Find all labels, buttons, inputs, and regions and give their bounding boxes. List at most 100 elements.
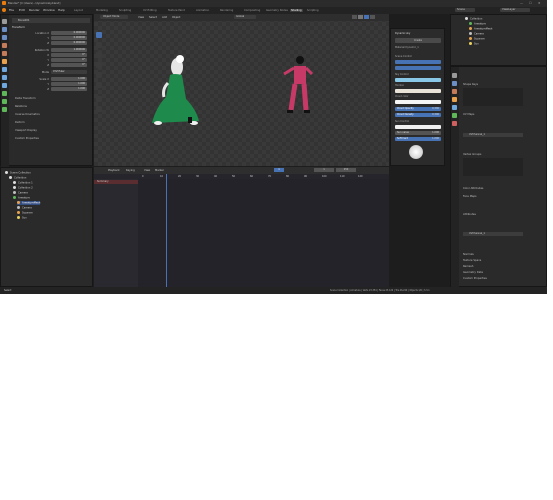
- start-frame-field[interactable]: 1: [314, 168, 334, 172]
- scale-tool-icon[interactable]: [96, 72, 102, 78]
- outliner-top-item-armature[interactable]: Armature: [469, 22, 486, 26]
- transform-section-header[interactable]: Transform: [12, 26, 25, 29]
- playhead[interactable]: [166, 174, 167, 287]
- outliner-top-item-collection[interactable]: Collection: [465, 17, 482, 21]
- section-custom-properties-mesh[interactable]: Custom Properties: [463, 277, 487, 280]
- timeline-editor[interactable]: Playback Keying View Marker 1 1 250 0 10…: [94, 167, 389, 287]
- outliner-item-sun[interactable]: Sun: [17, 216, 27, 220]
- tab-modeling[interactable]: Modeling: [96, 9, 108, 12]
- tab-texture-paint[interactable]: Texture Paint: [168, 9, 185, 12]
- tab-layout[interactable]: Layout: [74, 9, 83, 12]
- transform-tool-icon[interactable]: [96, 82, 102, 88]
- world-icon[interactable]: [2, 51, 7, 56]
- wireframe-shading-icon[interactable]: [352, 15, 357, 19]
- measure-tool-icon[interactable]: [96, 106, 102, 112]
- section-custom-properties[interactable]: Custom Properties: [15, 137, 39, 140]
- sky-color-swatch[interactable]: [395, 78, 441, 82]
- viewport-menu-select[interactable]: Select: [149, 16, 157, 19]
- menu-window[interactable]: Window: [43, 8, 55, 12]
- scene-selector[interactable]: Scene: [455, 8, 475, 12]
- section-viewport-display[interactable]: Viewport Display: [15, 129, 37, 132]
- current-frame-field[interactable]: 1: [274, 168, 284, 172]
- tool-icon[interactable]: [2, 19, 7, 24]
- rotation-z-field[interactable]: 0°: [51, 63, 87, 67]
- outliner-item-camera[interactable]: Camera: [13, 191, 28, 195]
- modifier-icon[interactable]: [2, 67, 7, 72]
- tab-scripting[interactable]: Scripting: [307, 9, 319, 12]
- close-button[interactable]: ✕: [538, 1, 541, 5]
- rotation-x-field[interactable]: 0°: [51, 53, 87, 57]
- outliner-item-armature-mesh[interactable]: ArmatureMesh: [17, 201, 41, 205]
- material-icon[interactable]: [452, 121, 457, 126]
- view-layer-selector[interactable]: ViewLayer: [500, 8, 530, 12]
- outliner-item-collection-2[interactable]: Collection 2: [13, 186, 33, 190]
- tool-icon[interactable]: [452, 73, 457, 78]
- outliner-item-armature[interactable]: Armature: [13, 196, 30, 200]
- outliner-top-item-armature-mesh[interactable]: ArmatureMesh: [469, 27, 492, 31]
- section-uv-maps[interactable]: UV Maps: [463, 113, 474, 116]
- scene-control-slider-2[interactable]: [395, 66, 441, 70]
- create-sky-button[interactable]: Create: [395, 38, 441, 43]
- bone-constraint-icon[interactable]: [2, 107, 7, 112]
- physics-icon[interactable]: [2, 83, 7, 88]
- viewport-menu-add[interactable]: Add: [162, 16, 167, 19]
- tab-rendering[interactable]: Rendering: [220, 9, 233, 12]
- section-color-attributes[interactable]: Color Attributes: [463, 187, 483, 190]
- scene-icon[interactable]: [2, 43, 7, 48]
- green-dress-character[interactable]: [144, 49, 204, 139]
- timeline-menu-playback[interactable]: Playback: [108, 169, 120, 172]
- transform-orientation-dropdown[interactable]: Global: [234, 15, 256, 19]
- object-mode-dropdown[interactable]: Object Mode: [100, 15, 128, 19]
- pink-suit-character[interactable]: [282, 54, 314, 124]
- 3d-viewport[interactable]: Object Mode View Select Add Object Globa…: [94, 14, 389, 166]
- section-face-maps[interactable]: Face Maps: [463, 195, 477, 198]
- outliner-top-item-suzanne[interactable]: Suzanne: [469, 37, 485, 41]
- cloud-color-swatch[interactable]: [395, 100, 441, 104]
- outliner-item-camera-2[interactable]: Camera: [17, 206, 32, 210]
- move-tool-icon[interactable]: [96, 52, 102, 58]
- rotation-w-field[interactable]: 1.000000: [51, 48, 87, 52]
- section-inverse-kinematics[interactable]: Inverse Kinematics: [15, 113, 40, 116]
- scene-icon[interactable]: [452, 89, 457, 94]
- tab-compositing[interactable]: Compositing: [244, 9, 260, 12]
- scale-z-field[interactable]: 1.000: [51, 87, 87, 91]
- location-x-field[interactable]: 0.000000: [51, 31, 87, 35]
- cloud-density-slider[interactable]: Cloud Density 0.300: [395, 113, 441, 117]
- solid-shading-icon[interactable]: [358, 15, 363, 19]
- armature-data-icon[interactable]: [2, 91, 7, 96]
- annotate-tool-icon[interactable]: [96, 96, 102, 102]
- color-attribute-item[interactable]: UVChannel_1: [463, 232, 523, 236]
- soft-hard-slider[interactable]: Soft hard 1.000: [395, 137, 441, 141]
- particles-icon[interactable]: [2, 75, 7, 80]
- keyframe-area[interactable]: [138, 179, 389, 287]
- outliner-top-item-sun[interactable]: Sun: [469, 42, 479, 46]
- cloud-opacity-slider[interactable]: Cloud Opacity 0.300: [395, 107, 441, 111]
- location-y-field[interactable]: 0.000000: [51, 36, 87, 40]
- uv-map-item[interactable]: UVChannel_1: [463, 133, 523, 137]
- select-box-tool-icon[interactable]: [96, 32, 102, 38]
- menu-file[interactable]: File: [9, 8, 14, 12]
- section-attributes[interactable]: Attributes: [463, 213, 476, 216]
- rotation-mode-dropdown[interactable]: XYZ Euler: [51, 70, 87, 74]
- bone-name-field[interactable]: Bone001: [12, 18, 90, 23]
- modifier-icon[interactable]: [452, 105, 457, 110]
- object-icon[interactable]: [2, 59, 7, 64]
- rotation-y-field[interactable]: 0°: [51, 58, 87, 62]
- render-icon[interactable]: [452, 81, 457, 86]
- tab-geometry-nodes[interactable]: Geometry Nodes: [266, 9, 288, 12]
- timeline-menu-view[interactable]: View: [144, 169, 150, 172]
- menu-help[interactable]: Help: [58, 8, 65, 12]
- object-icon[interactable]: [452, 97, 457, 102]
- vertex-groups-list[interactable]: [463, 158, 523, 176]
- shape-keys-list[interactable]: [463, 88, 523, 106]
- rendered-shading-icon[interactable]: [370, 15, 375, 19]
- section-texture-space[interactable]: Texture Space: [463, 259, 481, 262]
- render-icon[interactable]: [2, 27, 7, 32]
- section-relations[interactable]: Relations: [15, 105, 27, 108]
- sun-color-swatch[interactable]: [395, 125, 441, 129]
- timeline-menu-marker[interactable]: Marker: [155, 169, 164, 172]
- location-z-field[interactable]: 0.000000: [51, 41, 87, 45]
- outliner-top-item-camera[interactable]: Camera: [469, 32, 484, 36]
- viewport-menu-object[interactable]: Object: [172, 16, 180, 19]
- sun-value-field[interactable]: Sun value 1.000: [395, 131, 441, 135]
